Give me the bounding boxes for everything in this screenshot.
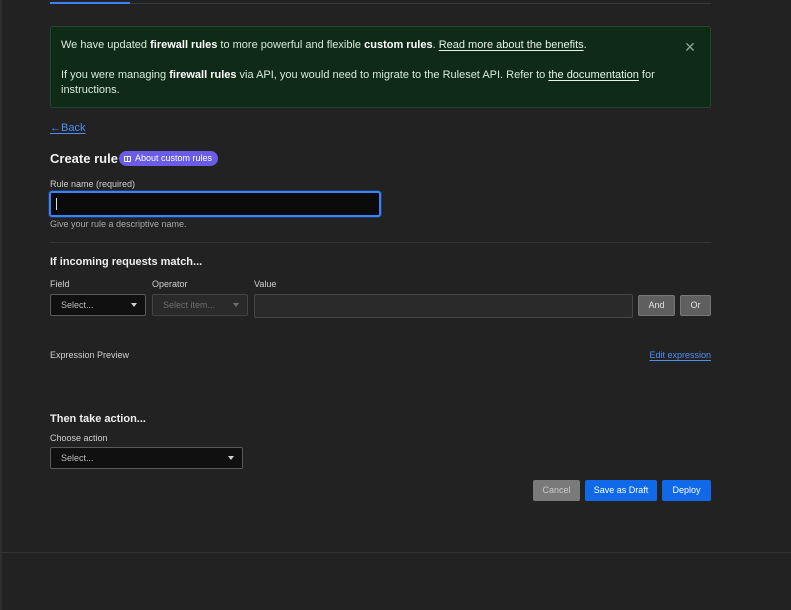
field-select[interactable]: Select... — [50, 294, 146, 316]
value-input[interactable] — [254, 294, 633, 318]
back-link[interactable]: ←Back — [50, 122, 85, 134]
value-label: Value — [254, 279, 277, 289]
operator-select-value: Select item... — [163, 300, 216, 310]
cancel-button[interactable]: Cancel — [533, 480, 580, 501]
expression-preview-label: Expression Preview — [50, 350, 130, 360]
footer-divider — [0, 552, 791, 553]
rule-name-label: Rule name (required) — [50, 179, 136, 189]
field-label: Field — [50, 279, 70, 289]
deploy-button[interactable]: Deploy — [662, 480, 711, 501]
tab-bar-rule — [50, 3, 711, 4]
banner-bold-firewall: firewall rules — [150, 39, 218, 51]
pill-label: About custom rules — [135, 153, 213, 163]
action-select-value: Select... — [61, 453, 94, 463]
banner-bold-custom: custom rules — [364, 39, 433, 51]
or-button[interactable]: Or — [680, 295, 711, 316]
close-icon[interactable]: ✕ — [682, 39, 698, 55]
match-section-title: If incoming requests match... — [50, 256, 203, 268]
banner-line-2: If you were managing firewall rules via … — [61, 69, 655, 96]
active-tab-indicator — [50, 2, 130, 4]
operator-label: Operator — [152, 279, 188, 289]
window-edge — [0, 0, 2, 610]
book-icon — [124, 155, 131, 162]
chevron-down-icon — [233, 303, 239, 307]
chevron-down-icon — [131, 303, 137, 307]
field-select-value: Select... — [61, 300, 94, 310]
save-as-draft-button[interactable]: Save as Draft — [585, 480, 657, 501]
about-custom-rules-pill[interactable]: About custom rules — [119, 151, 219, 166]
banner-bold-firewall-2: firewall rules — [169, 69, 237, 81]
documentation-link[interactable]: the documentation — [548, 69, 639, 81]
rule-name-hint: Give your rule a descriptive name. — [50, 219, 187, 229]
operator-select[interactable]: Select item... — [152, 294, 248, 316]
read-more-link[interactable]: Read more about the benefits — [439, 39, 584, 51]
page-title: Create rule — [50, 151, 118, 166]
section-divider — [50, 242, 711, 243]
migration-banner: We have updated firewall rules to more p… — [50, 26, 711, 108]
edit-expression-link[interactable]: Edit expression — [649, 350, 711, 360]
chevron-down-icon — [228, 456, 234, 460]
rule-name-input[interactable] — [49, 191, 381, 217]
text-caret — [56, 198, 57, 210]
action-section-title: Then take action... — [50, 413, 146, 425]
choose-action-label: Choose action — [50, 433, 108, 443]
banner-line-1: We have updated firewall rules to more p… — [61, 39, 587, 51]
and-button[interactable]: And — [638, 295, 675, 316]
action-select[interactable]: Select... — [50, 447, 243, 469]
